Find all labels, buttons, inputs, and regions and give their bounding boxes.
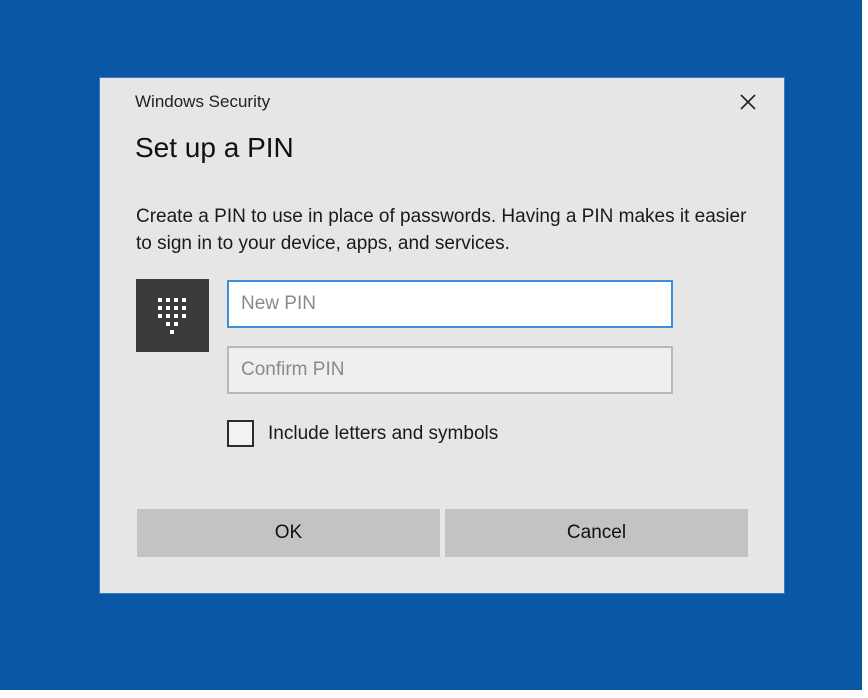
ok-button[interactable]: OK — [137, 509, 440, 557]
dialog-app-title: Windows Security — [135, 92, 271, 111]
dialog-description: Create a PIN to use in place of password… — [136, 206, 747, 254]
cancel-button[interactable]: Cancel — [445, 509, 748, 557]
include-letters-label: Include letters and symbols — [268, 422, 499, 444]
include-letters-option[interactable]: Include letters and symbols — [227, 420, 498, 447]
pin-tile — [136, 279, 209, 352]
include-letters-checkbox[interactable] — [227, 420, 254, 447]
close-button[interactable] — [734, 88, 762, 116]
dialog-heading: Set up a PIN — [135, 132, 294, 163]
desktop-background: Windows Security Set up a PIN Create a P… — [0, 0, 862, 690]
close-icon — [740, 94, 756, 110]
keypad-icon — [158, 298, 186, 334]
confirm-pin-input[interactable] — [227, 346, 673, 394]
pin-setup-dialog: Windows Security Set up a PIN Create a P… — [100, 78, 784, 593]
new-pin-input[interactable] — [227, 280, 673, 328]
